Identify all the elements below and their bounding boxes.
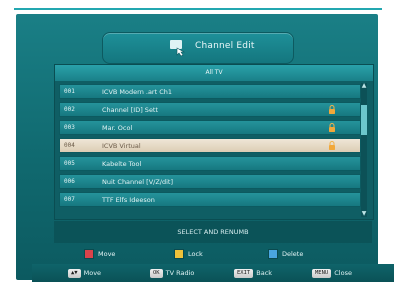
lock-icon: [329, 141, 335, 150]
legend-label: Delete: [282, 250, 304, 258]
list-header: All TV: [55, 65, 373, 81]
lock-icon: [329, 123, 335, 132]
footer-key-label: Back: [256, 269, 273, 277]
footer-key-label: Move: [83, 269, 102, 277]
channel-name: TTF Elfs Ideeson: [102, 196, 155, 204]
scroll-up-icon[interactable]: ▲: [360, 83, 368, 89]
channel-number: 005: [64, 160, 75, 167]
channel-row[interactable]: 006 Nuit Channel [V/Z/dit]: [59, 174, 361, 189]
channel-row[interactable]: 001 ICVB Modern .art Ch1: [59, 84, 361, 99]
footer-key-back[interactable]: EXIT Back: [234, 268, 272, 278]
exit-key-icon: EXIT: [234, 268, 254, 278]
arrow-keys-icon: ▲▼: [68, 268, 81, 278]
red-key-icon: [84, 249, 94, 259]
legend-delete[interactable]: Delete: [268, 248, 303, 260]
channel-row[interactable]: 003 Mar. Ocol: [59, 120, 361, 135]
legend-lock[interactable]: Lock: [174, 248, 203, 260]
lock-icon: [329, 105, 335, 114]
channel-number: 002: [64, 106, 75, 113]
channel-list-panel: All TV 001 ICVB Modern .art Ch1 002 Chan…: [54, 64, 374, 220]
scroll-down-icon[interactable]: ▼: [360, 211, 368, 217]
hand-pointer-icon: [170, 40, 186, 57]
tv-screen: Channel Edit All TV 001 ICVB Modern .art…: [16, 14, 394, 282]
channel-number: 003: [64, 124, 75, 131]
legend-move[interactable]: Move: [84, 248, 115, 260]
channel-number: 006: [64, 178, 75, 185]
channel-name: Kabelte Tool: [102, 160, 142, 168]
page-title: Channel Edit: [195, 41, 255, 51]
channel-name: ICVB Virtual: [102, 142, 141, 150]
help-text: SELECT AND RENUMB: [54, 221, 372, 243]
footer-key-label: Close: [334, 269, 352, 277]
channel-row[interactable]: 002 Channel [ID] Sett: [59, 102, 361, 117]
channel-name: Mar. Ocol: [102, 124, 133, 132]
scrollbar-thumb[interactable]: [361, 105, 367, 135]
menu-key-icon: MENU: [312, 268, 332, 278]
yellow-key-icon: [174, 249, 184, 259]
legend-label: Lock: [188, 250, 203, 258]
channel-row[interactable]: 005 Kabelte Tool: [59, 156, 361, 171]
channel-row-selected[interactable]: 004 ICVB Virtual: [59, 138, 361, 153]
channel-number: 001: [64, 88, 75, 95]
footer-key-close[interactable]: MENU Close: [312, 268, 352, 278]
channel-name: Channel [ID] Sett: [102, 106, 159, 114]
footer-bar: ▲▼ Move OK TV Radio EXIT Back MENU Close: [32, 264, 394, 282]
top-divider: [14, 8, 382, 10]
legend-label: Move: [98, 250, 116, 258]
blue-key-icon: [268, 249, 278, 259]
channel-number: 007: [64, 196, 75, 203]
footer-key-label: TV Radio: [165, 269, 195, 277]
channel-name: ICVB Modern .art Ch1: [102, 88, 173, 96]
footer-key-move[interactable]: ▲▼ Move: [68, 268, 101, 278]
channel-row[interactable]: 007 TTF Elfs Ideeson: [59, 192, 361, 207]
footer-key-tv-radio[interactable]: OK TV Radio: [150, 268, 194, 278]
scrollbar-track[interactable]: [361, 83, 367, 217]
channel-name: Nuit Channel [V/Z/dit]: [102, 178, 173, 186]
ok-key-icon: OK: [150, 268, 163, 278]
channel-number: 004: [64, 142, 75, 149]
title-bar: Channel Edit: [102, 32, 294, 64]
